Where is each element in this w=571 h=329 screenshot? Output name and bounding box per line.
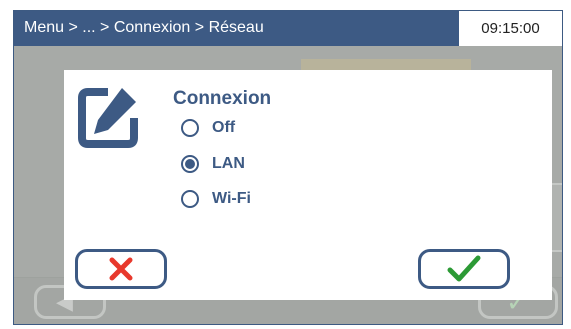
- option-lan[interactable]: LAN: [181, 151, 245, 177]
- x-icon: [109, 257, 133, 281]
- edit-icon: [78, 88, 138, 148]
- confirm-button[interactable]: [418, 249, 510, 289]
- radio-off[interactable]: [181, 119, 199, 137]
- option-off-label: Off: [212, 119, 236, 136]
- clock: 09:15:00: [458, 11, 562, 46]
- radio-wifi[interactable]: [181, 190, 199, 208]
- option-off[interactable]: Off: [181, 115, 235, 141]
- dialog-title: Connexion: [173, 88, 272, 109]
- breadcrumb: Menu > ... > Connexion > Réseau: [24, 19, 264, 36]
- option-lan-label: LAN: [212, 155, 245, 172]
- cancel-button[interactable]: [75, 249, 167, 289]
- radio-lan[interactable]: [181, 155, 199, 173]
- option-wifi[interactable]: Wi-Fi: [181, 186, 251, 212]
- check-icon: [447, 255, 481, 282]
- option-wifi-label: Wi-Fi: [212, 190, 251, 207]
- title-bar: Menu > ... > Connexion > Réseau 09:15:00: [14, 11, 562, 46]
- radio-selected-dot: [185, 159, 195, 169]
